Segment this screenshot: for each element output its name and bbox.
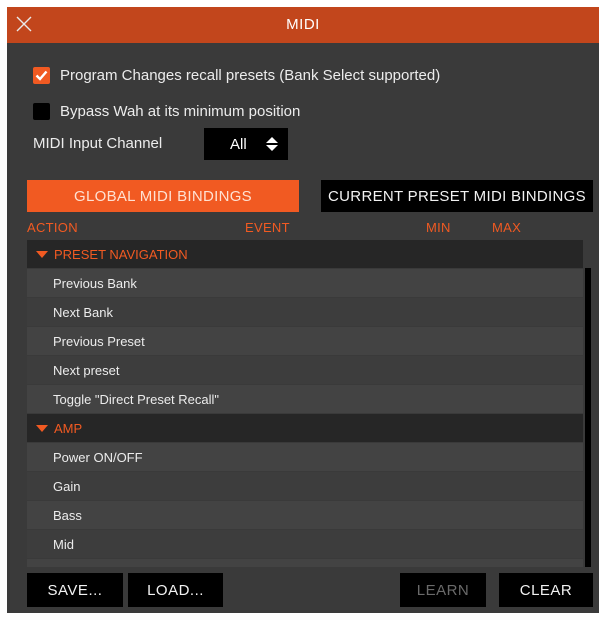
binding-row[interactable]: Next preset	[27, 356, 583, 384]
title-bar: MIDI	[7, 7, 599, 43]
binding-row[interactable]: Gain	[27, 472, 583, 500]
binding-row[interactable]: Bass	[27, 501, 583, 529]
binding-action-label: Previous Bank	[53, 275, 137, 291]
checkmark-icon	[35, 70, 48, 81]
binding-row[interactable]: Next Bank	[27, 298, 583, 326]
binding-action-label: Mid	[53, 536, 74, 552]
bypass-wah-label: Bypass Wah at its minimum position	[60, 102, 301, 120]
clear-button[interactable]: CLEAR	[499, 573, 593, 607]
program-change-option[interactable]: Program Changes recall presets (Bank Sel…	[33, 65, 440, 85]
learn-button[interactable]: LEARN	[400, 573, 486, 607]
expand-triangle-icon[interactable]	[36, 250, 48, 258]
binding-action-label: Power ON/OFF	[53, 449, 143, 465]
midi-channel-value: All	[230, 135, 247, 153]
binding-action-label: Toggle "Direct Preset Recall"	[53, 391, 220, 407]
column-header-max: MAX	[492, 220, 522, 235]
tab-global-midi-bindings[interactable]: GLOBAL MIDI BINDINGS	[27, 180, 299, 212]
window-title: MIDI	[286, 16, 320, 33]
expand-triangle-icon[interactable]	[36, 424, 48, 432]
bypass-wah-checkbox[interactable]	[33, 102, 50, 120]
binding-action-label: Treble	[53, 566, 89, 568]
program-change-label: Program Changes recall presets (Bank Sel…	[60, 66, 441, 84]
binding-row[interactable]: Mid	[27, 530, 583, 558]
category-label: PRESET NAVIGATION	[54, 246, 188, 262]
binding-row[interactable]: Previous Bank	[27, 269, 583, 297]
bypass-wah-option[interactable]: Bypass Wah at its minimum position	[33, 101, 300, 121]
category-label: AMP	[54, 420, 83, 436]
column-header-action: ACTION	[27, 220, 78, 235]
binding-action-label: Next Bank	[53, 304, 113, 320]
midi-window: MIDI Program Changes recall presets (Ban…	[7, 7, 599, 613]
column-header-event: EVENT	[245, 220, 290, 235]
category-row[interactable]: AMP	[27, 414, 583, 442]
save-button[interactable]: SAVE...	[27, 573, 123, 607]
category-row[interactable]: PRESET NAVIGATION	[27, 240, 583, 268]
binding-row[interactable]: Previous Preset	[27, 327, 583, 355]
load-button[interactable]: LOAD...	[128, 573, 223, 607]
binding-row[interactable]: Toggle "Direct Preset Recall"	[27, 385, 583, 413]
midi-channel-label: MIDI Input Channel	[33, 135, 163, 152]
bindings-list[interactable]: PRESET NAVIGATION Previous Bank Next Bank P…	[27, 240, 591, 567]
midi-channel-select[interactable]: All	[204, 128, 288, 160]
binding-action-label: Gain	[53, 478, 81, 494]
program-change-checkbox[interactable]	[33, 66, 50, 84]
up-down-arrows-icon	[266, 137, 278, 155]
binding-row[interactable]: Treble	[27, 559, 583, 567]
binding-action-label: Next preset	[53, 362, 120, 378]
binding-row[interactable]: Power ON/OFF	[27, 443, 583, 471]
scrollbar[interactable]	[585, 268, 591, 567]
column-header-min: MIN	[426, 220, 451, 235]
binding-action-label: Previous Preset	[53, 333, 145, 349]
binding-action-label: Bass	[53, 507, 82, 523]
tab-current-preset-midi-bindings[interactable]: CURRENT PRESET MIDI BINDINGS	[321, 180, 593, 212]
